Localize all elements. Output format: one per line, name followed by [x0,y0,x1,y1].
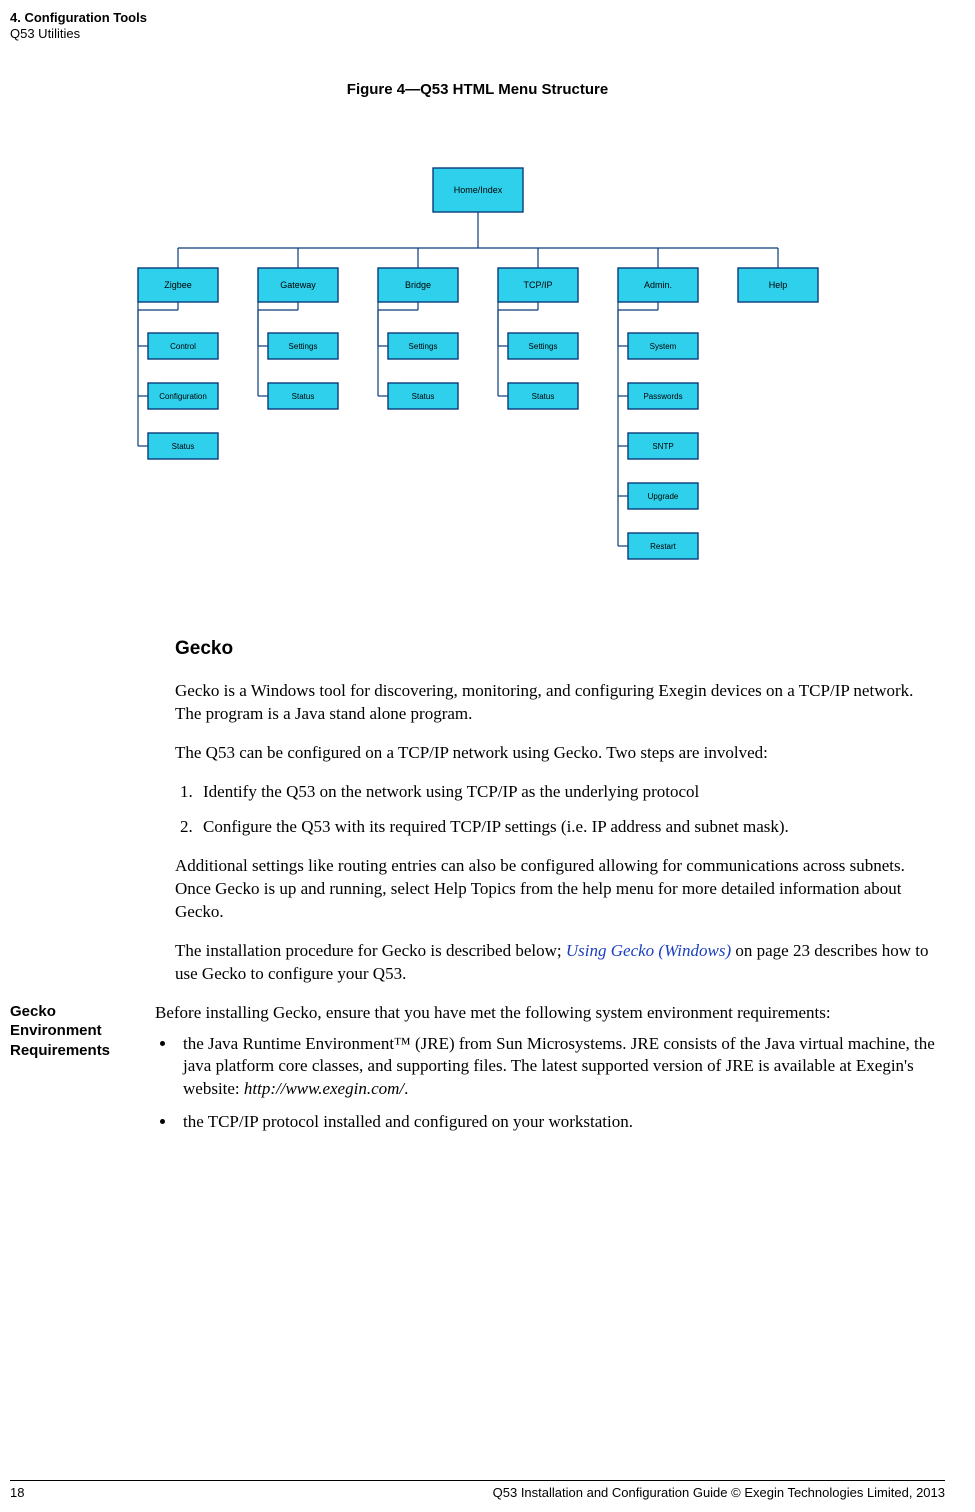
svg-text:SNTP: SNTP [652,442,673,451]
svg-text:Status: Status [171,442,194,451]
svg-text:Settings: Settings [288,342,317,351]
steps-list: Identify the Q53 on the network using TC… [197,781,935,839]
header-section: Q53 Utilities [10,26,945,42]
paragraph-1: Gecko is a Windows tool for discovering,… [175,680,935,726]
using-gecko-link[interactable]: Using Gecko (Windows) [566,941,731,960]
svg-text:Home/Index: Home/Index [453,185,502,195]
env-bullet-1: the Java Runtime Environment™ (JRE) from… [177,1033,945,1102]
exegin-website: http://www.exegin.com/ [244,1079,404,1098]
figure-caption: Figure 4—Q53 HTML Menu Structure [10,81,945,98]
svg-text:Settings: Settings [408,342,437,351]
svg-text:Gateway: Gateway [280,280,316,290]
svg-text:Zigbee: Zigbee [164,280,192,290]
step-2: Configure the Q53 with its required TCP/… [197,816,935,839]
paragraph-4: The installation procedure for Gecko is … [175,940,935,986]
svg-text:Control: Control [170,342,196,351]
running-header: 4. Configuration Tools Q53 Utilities [10,10,945,41]
svg-text:Help: Help [768,280,787,290]
env-bullet-2: the TCP/IP protocol installed and config… [177,1111,945,1134]
svg-text:Configuration: Configuration [159,392,207,401]
env-bullets: the Java Runtime Environment™ (JRE) from… [177,1033,945,1135]
svg-text:System: System [649,342,676,351]
svg-text:Bridge: Bridge [404,280,430,290]
svg-text:Status: Status [411,392,434,401]
paragraph-3: Additional settings like routing entries… [175,855,935,924]
header-chapter: 4. Configuration Tools [10,10,945,26]
diagram-svg: Home/Index Zigbee Gateway Bridge TCP/IP Admin… [98,158,858,578]
svg-text:Admin.: Admin. [643,280,671,290]
svg-text:Status: Status [291,392,314,401]
svg-text:TCP/IP: TCP/IP [523,280,552,290]
svg-text:Settings: Settings [528,342,557,351]
svg-text:Status: Status [531,392,554,401]
svg-text:Upgrade: Upgrade [647,492,678,501]
menu-structure-diagram: Home/Index Zigbee Gateway Bridge TCP/IP Admin… [10,158,945,578]
page-number: 18 [10,1485,24,1500]
gecko-heading: Gecko [175,638,945,660]
env-requirements-label: Gecko Environment Requirements [10,1002,155,1061]
paragraph-2: The Q53 can be configured on a TCP/IP ne… [175,742,935,765]
p4-pre: The installation procedure for Gecko is … [175,941,566,960]
page-footer: 18 Q53 Installation and Configuration Gu… [10,1480,945,1500]
svg-text:Restart: Restart [650,542,677,551]
svg-text:Passwords: Passwords [643,392,682,401]
env-intro: Before installing Gecko, ensure that you… [155,1002,945,1025]
step-1: Identify the Q53 on the network using TC… [197,781,935,804]
footer-right: Q53 Installation and Configuration Guide… [493,1485,945,1500]
